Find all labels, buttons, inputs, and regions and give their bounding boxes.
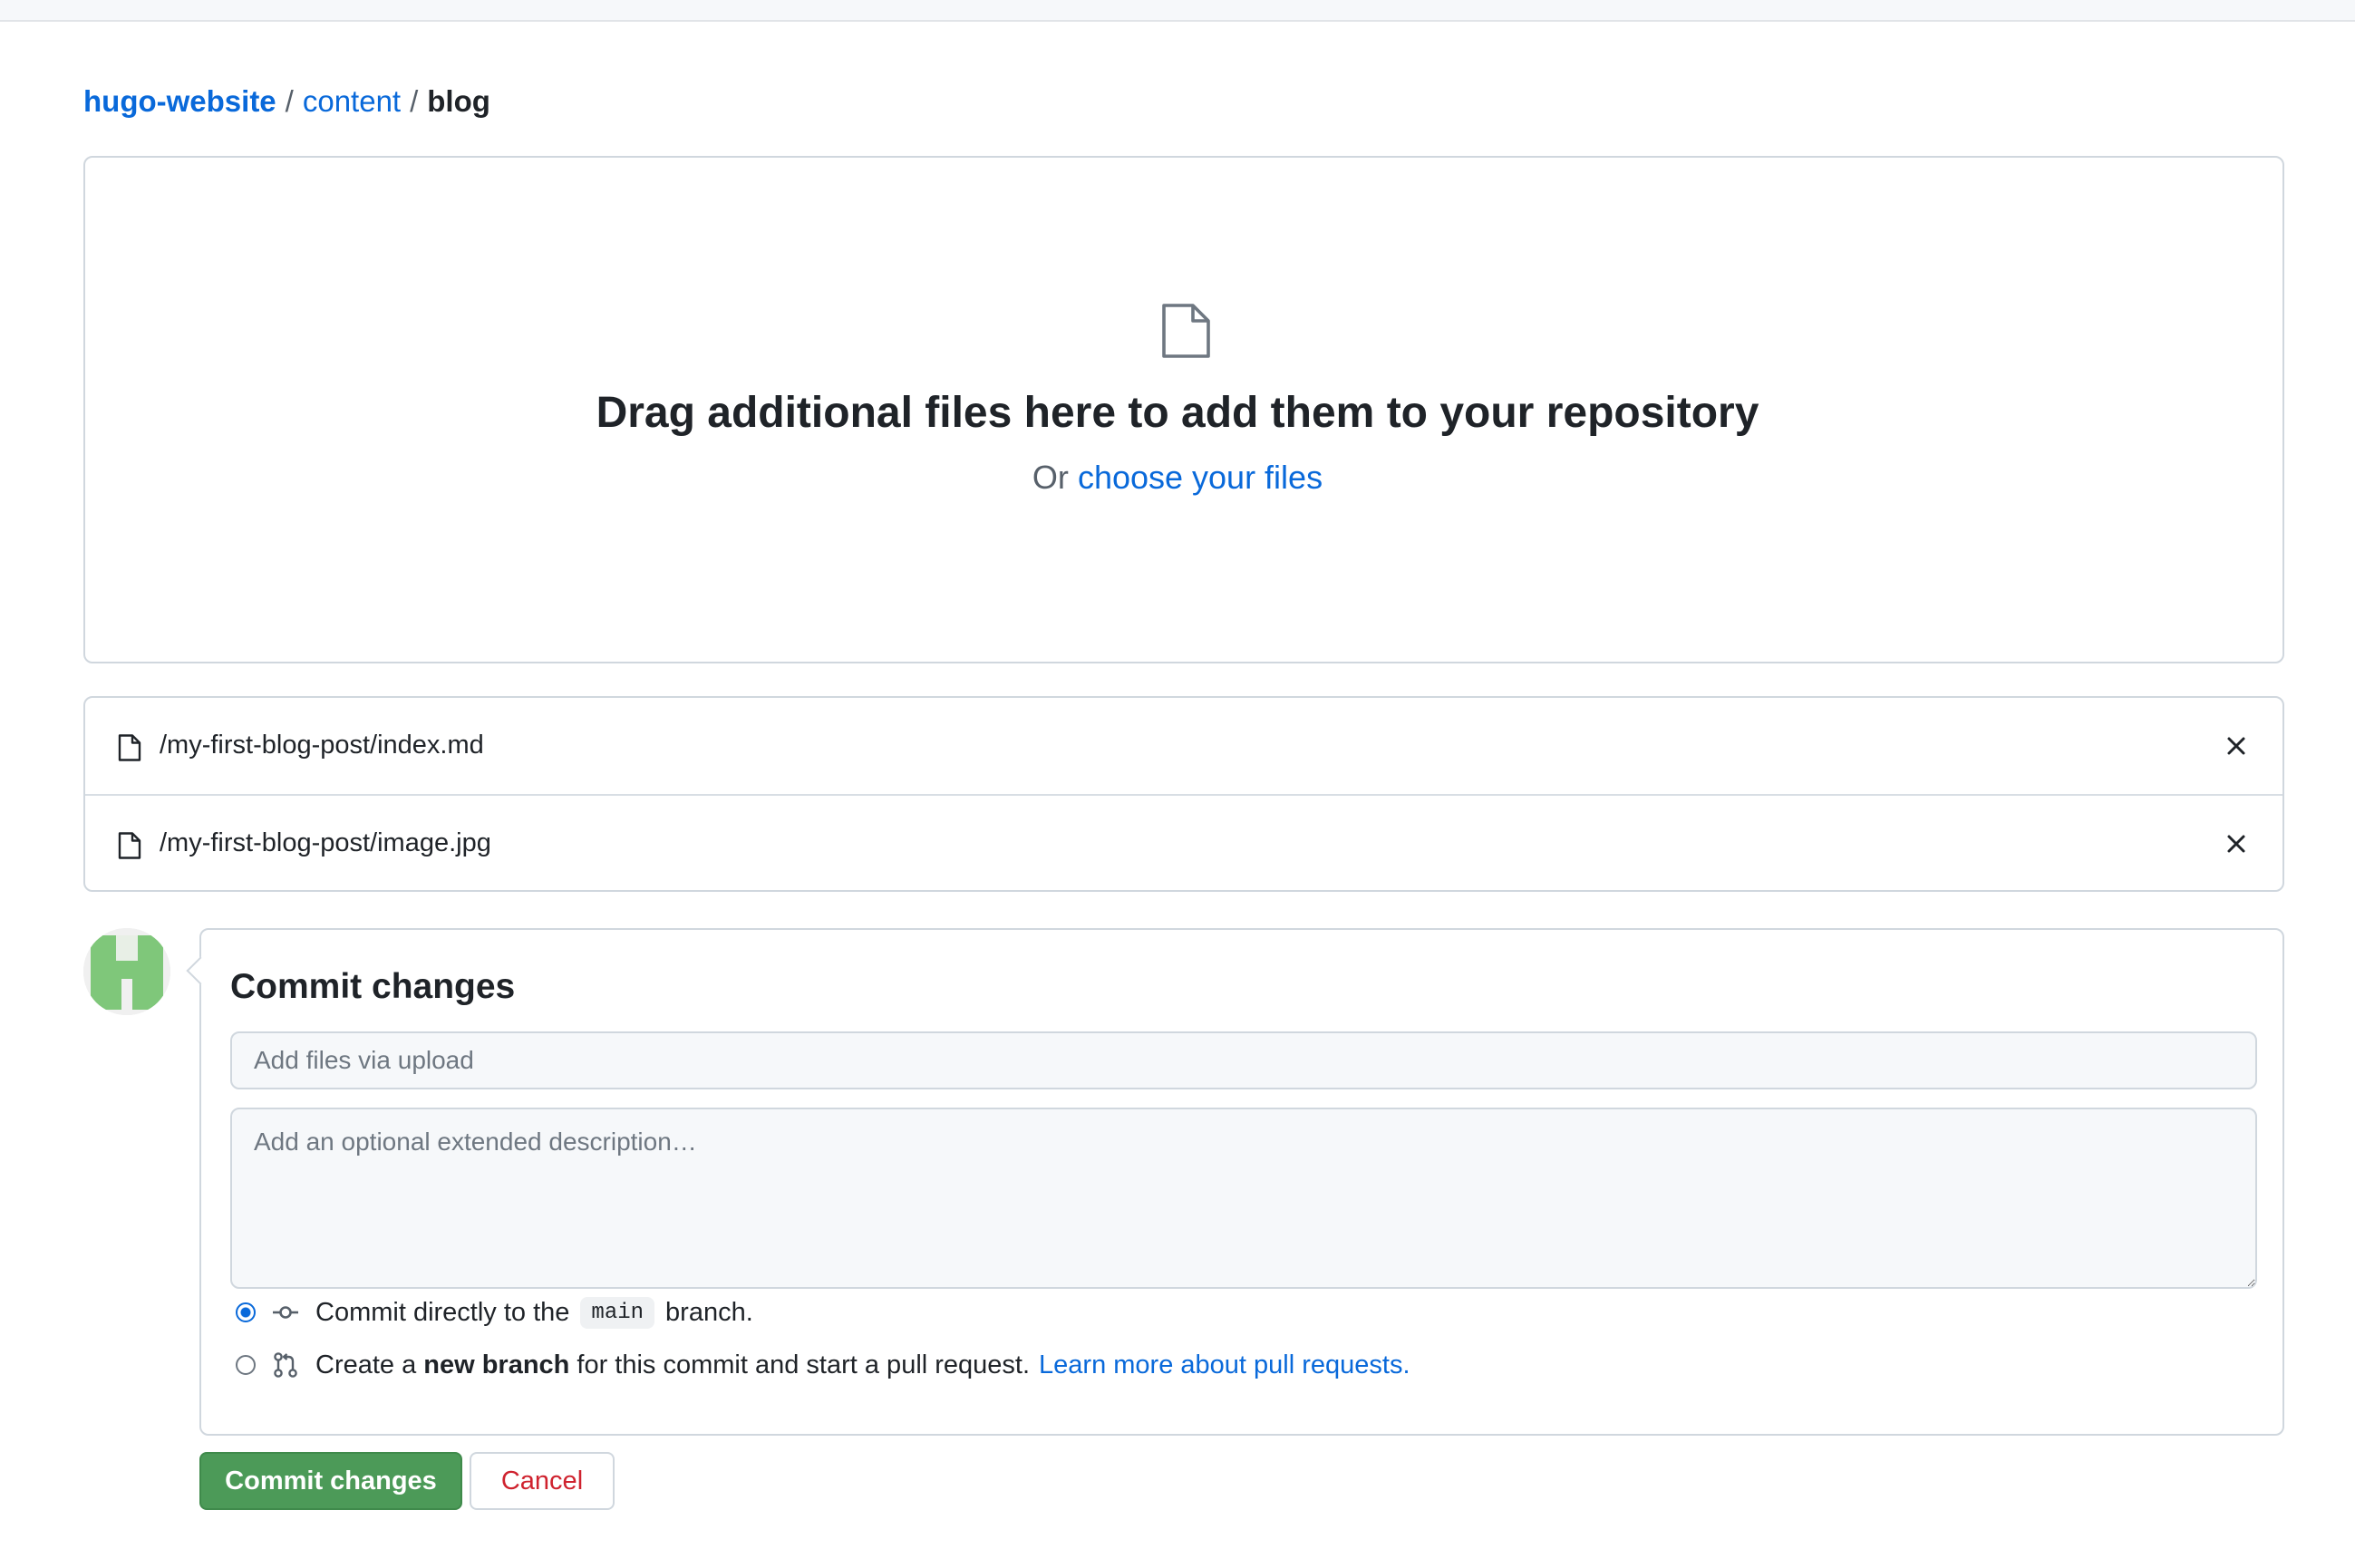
new-branch-suffix: for this commit and start a pull request… bbox=[577, 1350, 1031, 1379]
file-name: /my-first-blog-post/index.md bbox=[160, 731, 484, 760]
avatar bbox=[83, 928, 170, 1015]
commit-summary-input[interactable] bbox=[230, 1031, 2257, 1089]
cancel-button[interactable]: Cancel bbox=[470, 1452, 615, 1510]
x-icon[interactable] bbox=[2221, 731, 2252, 761]
new-branch-bold: new branch bbox=[423, 1350, 570, 1379]
new-branch-prefix: Create a bbox=[315, 1350, 417, 1379]
file-row: /my-first-blog-post/index.md bbox=[85, 698, 2282, 794]
commit-direct-option[interactable]: Commit directly to the main branch. bbox=[236, 1292, 753, 1332]
git-pull-request-icon bbox=[274, 1352, 297, 1378]
branch-name: main bbox=[580, 1296, 655, 1329]
file-name: /my-first-blog-post/image.jpg bbox=[160, 828, 491, 857]
learn-more-pull-requests-link[interactable]: Learn more about pull requests. bbox=[1039, 1350, 1410, 1380]
dropzone-title: Drag additional files here to add them t… bbox=[596, 389, 1759, 437]
breadcrumb-repo-link[interactable]: hugo-website bbox=[83, 84, 276, 118]
breadcrumb-separator: / bbox=[410, 84, 419, 118]
commit-direct-radio[interactable] bbox=[236, 1302, 256, 1322]
file-row: /my-first-blog-post/image.jpg bbox=[85, 794, 2282, 890]
breadcrumb-folder-link[interactable]: content bbox=[303, 84, 401, 118]
choose-files-link[interactable]: choose your files bbox=[1078, 459, 1323, 496]
commit-direct-prefix: Commit directly to the bbox=[315, 1297, 570, 1327]
new-branch-radio[interactable] bbox=[236, 1355, 256, 1375]
identicon-image bbox=[83, 928, 170, 1015]
commit-title: Commit changes bbox=[230, 967, 516, 1006]
dropzone-or-text: Or bbox=[1032, 459, 1069, 496]
commit-description-textarea[interactable] bbox=[230, 1108, 2257, 1289]
commit-changes-button[interactable]: Commit changes bbox=[199, 1452, 462, 1510]
file-icon bbox=[118, 734, 141, 761]
breadcrumb-current: blog bbox=[427, 84, 490, 118]
new-branch-option[interactable]: Create a new branch for this commit and … bbox=[236, 1345, 1410, 1385]
breadcrumb-separator: / bbox=[285, 84, 294, 118]
comment-arrow bbox=[186, 956, 215, 985]
breadcrumb: hugo-website / content / blog bbox=[83, 82, 490, 121]
uploaded-file-list: /my-first-blog-post/index.md /my-first-b… bbox=[83, 696, 2284, 892]
git-commit-icon bbox=[273, 1306, 298, 1319]
file-icon bbox=[118, 832, 141, 859]
dropzone-subtitle: Or choose your files bbox=[0, 453, 2355, 502]
top-header-bar bbox=[0, 0, 2355, 22]
file-icon bbox=[1162, 304, 1210, 358]
x-icon[interactable] bbox=[2221, 828, 2252, 859]
commit-direct-suffix: branch. bbox=[665, 1297, 753, 1327]
